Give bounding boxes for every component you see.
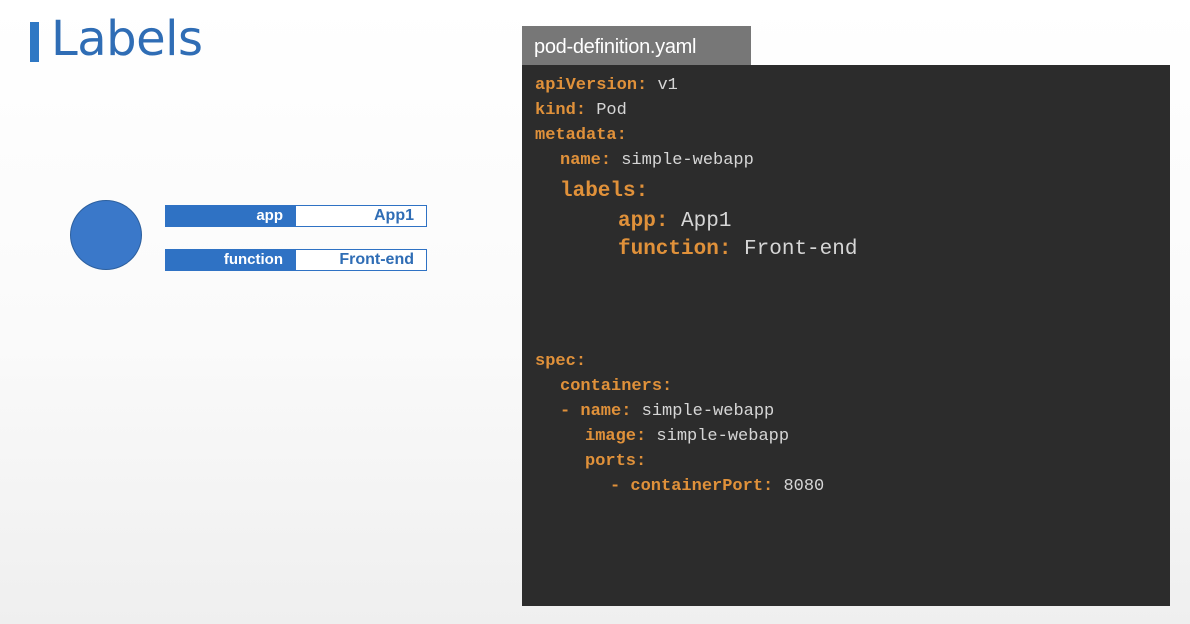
yaml-line-spec: spec: [535,352,587,371]
yaml-line-container-port: - containerPort: 8080 [610,477,825,496]
yaml-value: Front-end [744,238,858,261]
yaml-key: labels [560,180,636,203]
yaml-value: simple-webapp [621,151,754,170]
pod-label-key: function [166,250,296,270]
yaml-key: spec [535,352,576,371]
yaml-key: kind [535,101,576,120]
yaml-code-panel: apiVersion: v1 kind: Pod metadata: name:… [522,65,1170,606]
yaml-line-kind: kind: Pod [535,101,627,120]
yaml-line-metadata: metadata: [535,126,627,145]
yaml-value: 8080 [783,477,825,496]
yaml-key: apiVersion [535,76,638,95]
pod-label-app: app App1 [165,205,427,227]
pod-label-value: App1 [374,207,414,224]
yaml-key: name [560,151,601,170]
yaml-key: name [580,402,622,421]
pod-circle [70,200,142,270]
slide-title: Labels [51,11,203,67]
yaml-key: containerPort [630,477,764,496]
yaml-line-containers: containers: [560,377,673,396]
yaml-key: function [618,238,719,261]
yaml-line-labels: labels: [560,180,649,203]
yaml-key: metadata [535,126,617,145]
yaml-value: Pod [596,101,627,120]
yaml-line-image: image: simple-webapp [585,427,790,446]
title-accent-bar [30,22,39,62]
yaml-line-ports: ports: [585,452,647,471]
yaml-line-name: name: simple-webapp [560,151,754,170]
yaml-line-app: app: App1 [618,210,732,233]
yaml-value: simple-webapp [656,427,790,446]
pod-label-key: app [166,206,296,226]
pod-label-function: function Front-end [165,249,427,271]
yaml-value: simple-webapp [641,402,775,421]
yaml-key: ports [585,452,637,471]
yaml-value: App1 [681,210,732,233]
yaml-key: app [618,210,656,233]
yaml-key: image [585,427,637,446]
yaml-value: v1 [657,76,678,95]
file-name-tab: pod-definition.yaml [522,26,751,65]
yaml-line-container-name: - name: simple-webapp [560,402,775,421]
pod-label-value: Front-end [339,251,414,268]
yaml-line-function: function: Front-end [618,238,858,261]
yaml-line-apiversion: apiVersion: v1 [535,76,678,95]
yaml-key: containers [560,377,663,396]
